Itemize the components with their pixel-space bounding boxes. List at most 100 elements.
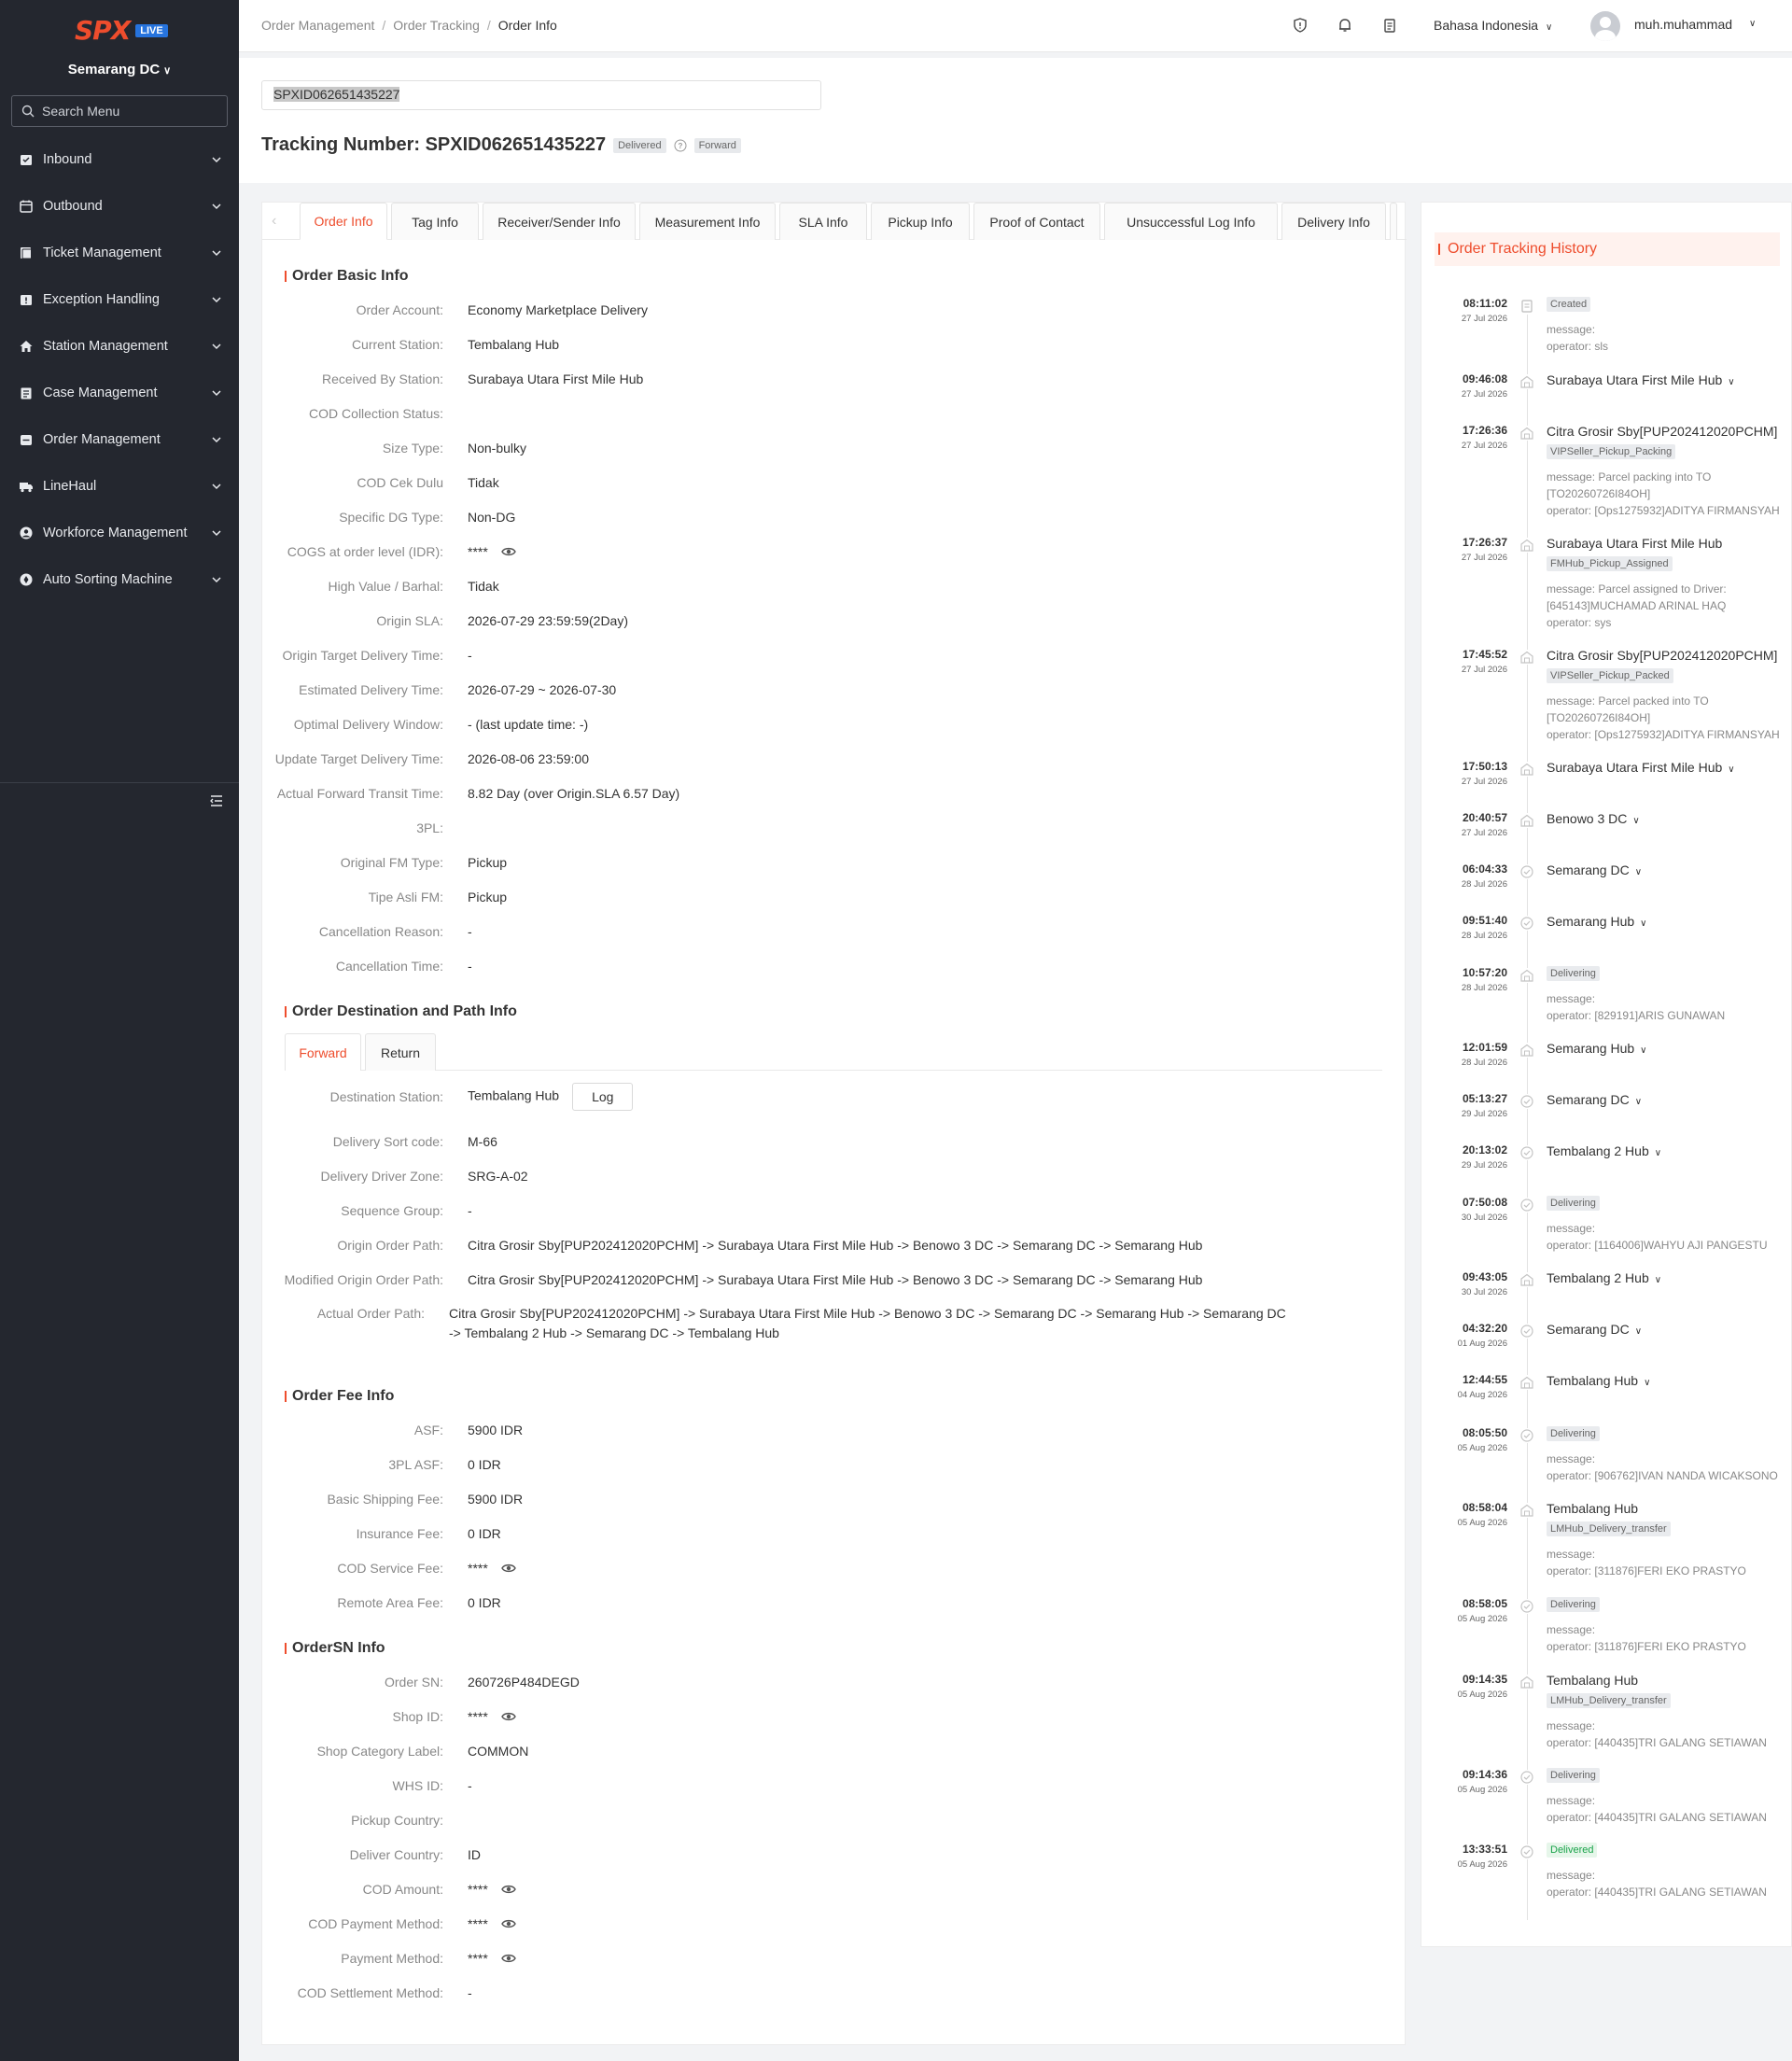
question-circle-icon[interactable]: ? — [674, 139, 687, 152]
event-station[interactable]: Tembalang 2 Hub ∨ — [1547, 1270, 1661, 1285]
subtab-forward[interactable]: Forward — [285, 1033, 361, 1071]
event-station[interactable]: Surabaya Utara First Mile Hub ∨ — [1547, 372, 1735, 387]
sidebar-item-case-management[interactable]: Case Management — [0, 370, 239, 416]
sidebar-item-order-management[interactable]: Order Management — [0, 416, 239, 463]
field-value-text: **** — [468, 1709, 488, 1724]
tab-tag-info[interactable]: Tag Info — [391, 203, 479, 240]
station-name: Semarang DC — [67, 62, 161, 77]
check-circle-icon — [1519, 1428, 1534, 1443]
field-value-text: 2026-07-29 ~ 2026-07-30 — [468, 682, 617, 697]
sidebar-item-label: LineHaul — [43, 479, 97, 494]
field-value-text: - — [468, 1203, 472, 1218]
field-value-text: **** — [468, 1882, 488, 1897]
field-label: Origin Order Path: — [337, 1238, 443, 1253]
sidebar-item-exception-handling[interactable]: Exception Handling — [0, 276, 239, 323]
chevron-down-icon[interactable]: ∨ — [1749, 19, 1756, 29]
shield-icon[interactable] — [1292, 17, 1309, 34]
event-station[interactable]: Semarang Hub ∨ — [1547, 914, 1647, 929]
tab-delivery-info[interactable]: Delivery Info — [1281, 203, 1386, 240]
field-value-text: ID — [468, 1847, 481, 1862]
tab-overflow[interactable] — [1390, 203, 1397, 240]
tab-receiver-sender-info[interactable]: Receiver/Sender Info — [483, 203, 636, 240]
sidebar-item-station-management[interactable]: Station Management — [0, 323, 239, 370]
breadcrumb-order-management[interactable]: Order Management — [261, 18, 374, 33]
field-value: **** — [468, 1951, 516, 1966]
event-date: 05 Aug 2026 — [1457, 1443, 1507, 1453]
station-selector[interactable]: Semarang DC ∨ — [0, 62, 239, 77]
eye-icon[interactable] — [500, 1710, 516, 1721]
field-label: Pickup Country: — [351, 1813, 443, 1828]
tab-sla-info[interactable]: SLA Info — [779, 203, 867, 240]
field-label: Insurance Fee: — [356, 1526, 443, 1541]
field-value: Surabaya Utara First Mile Hub — [468, 372, 643, 386]
eye-icon[interactable] — [500, 1883, 516, 1894]
event-message-line: operator: [1164006]WAHYU AJI PANGESTU — [1547, 1239, 1768, 1252]
chevron-down-icon: ∨ — [1634, 1326, 1643, 1337]
bell-icon[interactable] — [1337, 17, 1353, 34]
field-value-text: Economy Marketplace Delivery — [468, 302, 648, 317]
tab-scroll-left-icon[interactable]: ‹ — [272, 213, 276, 230]
field-label: Cancellation Reason: — [318, 924, 443, 939]
event-station[interactable]: Benowo 3 DC ∨ — [1547, 811, 1640, 826]
event-time: 09:51:40 — [1462, 914, 1507, 927]
event-station-name: Semarang Hub — [1547, 1041, 1635, 1056]
field-label: Remote Area Fee: — [337, 1595, 443, 1610]
avatar[interactable] — [1590, 11, 1620, 41]
event-station[interactable]: Tembalang Hub ∨ — [1547, 1373, 1650, 1388]
sidebar-item-ticket-management[interactable]: Ticket Management — [0, 230, 239, 276]
event-time: 09:46:08 — [1462, 372, 1507, 386]
sidebar-item-outbound[interactable]: Outbound — [0, 183, 239, 230]
sidebar-item-auto-sorting-machine[interactable]: Auto Sorting Machine — [0, 556, 239, 603]
event-status-tag: FMHub_Pickup_Assigned — [1547, 556, 1673, 571]
field-value-text: Citra Grosir Sby[PUP202412020PCHM] -> Su… — [468, 1238, 1203, 1253]
event-date: 04 Aug 2026 — [1457, 1390, 1507, 1400]
log-button[interactable]: Log — [572, 1083, 634, 1111]
eye-icon[interactable] — [500, 1562, 516, 1573]
field-value-text: Non-DG — [468, 510, 516, 525]
eye-icon[interactable] — [500, 1952, 516, 1963]
event-station[interactable]: Surabaya Utara First Mile Hub ∨ — [1547, 760, 1735, 775]
tab-order-info[interactable]: Order Info — [300, 203, 387, 240]
tracking-number-input[interactable]: SPXID062651435227 — [261, 80, 821, 110]
event-date: 01 Aug 2026 — [1457, 1339, 1507, 1349]
event-station[interactable]: Semarang Hub ∨ — [1547, 1041, 1647, 1056]
search-menu-input[interactable]: Search Menu — [11, 95, 228, 127]
tab-pickup-info[interactable]: Pickup Info — [871, 203, 970, 240]
language-selector[interactable]: Bahasa Indonesia ∨ — [1434, 18, 1552, 33]
event-station[interactable]: Semarang DC ∨ — [1547, 1322, 1642, 1337]
tab-unsuccessful-log-info[interactable]: Unsuccessful Log Info — [1104, 203, 1278, 240]
field-value: - — [468, 1778, 472, 1793]
event-message-line: operator: [Ops1275932]ADITYA FIRMANSYAH — [1547, 728, 1780, 741]
field-value-text: M-66 — [468, 1134, 497, 1149]
event-station[interactable]: Semarang DC ∨ — [1547, 1092, 1642, 1107]
breadcrumb-order-tracking[interactable]: Order Tracking — [393, 18, 480, 33]
tab-measurement-info[interactable]: Measurement Info — [639, 203, 776, 240]
sidebar-divider — [0, 782, 239, 783]
event-station[interactable]: Semarang DC ∨ — [1547, 862, 1642, 877]
field-value-text: - — [468, 924, 472, 939]
event-date: 30 Jul 2026 — [1461, 1287, 1507, 1297]
event-message-line: message: — [1547, 1452, 1596, 1465]
history-title: Order Tracking History — [1435, 232, 1780, 266]
event-message: message: operator: [440435]TRI GALANG SET… — [1547, 1718, 1785, 1751]
username[interactable]: muh.muhammad — [1634, 17, 1732, 32]
logo-text: SPX — [75, 15, 131, 46]
event-message-line: message: — [1547, 992, 1596, 1005]
eye-icon[interactable] — [500, 545, 516, 556]
subtab-return[interactable]: Return — [365, 1033, 436, 1071]
field-value: 5900 IDR — [468, 1423, 523, 1437]
event-status-tag: VIPSeller_Pickup_Packing — [1547, 444, 1676, 459]
spx-logo[interactable]: SPX LIVE — [75, 15, 168, 46]
eye-icon[interactable] — [500, 1917, 516, 1928]
sidebar-item-linehaul[interactable]: LineHaul — [0, 463, 239, 510]
sidebar-item-label: Auto Sorting Machine — [43, 572, 173, 587]
event-station[interactable]: Tembalang 2 Hub ∨ — [1547, 1143, 1661, 1158]
live-badge: LIVE — [135, 23, 168, 37]
chevron-down-icon — [211, 434, 222, 445]
tab-proof-of-contact[interactable]: Proof of Contact — [973, 203, 1100, 240]
sidebar-item-workforce-management[interactable]: Workforce Management — [0, 510, 239, 556]
clipboard-icon[interactable] — [1381, 17, 1398, 34]
sidebar-item-inbound[interactable]: Inbound — [0, 136, 239, 183]
collapse-menu-icon[interactable] — [209, 793, 224, 808]
field-value-text: - — [468, 1778, 472, 1793]
